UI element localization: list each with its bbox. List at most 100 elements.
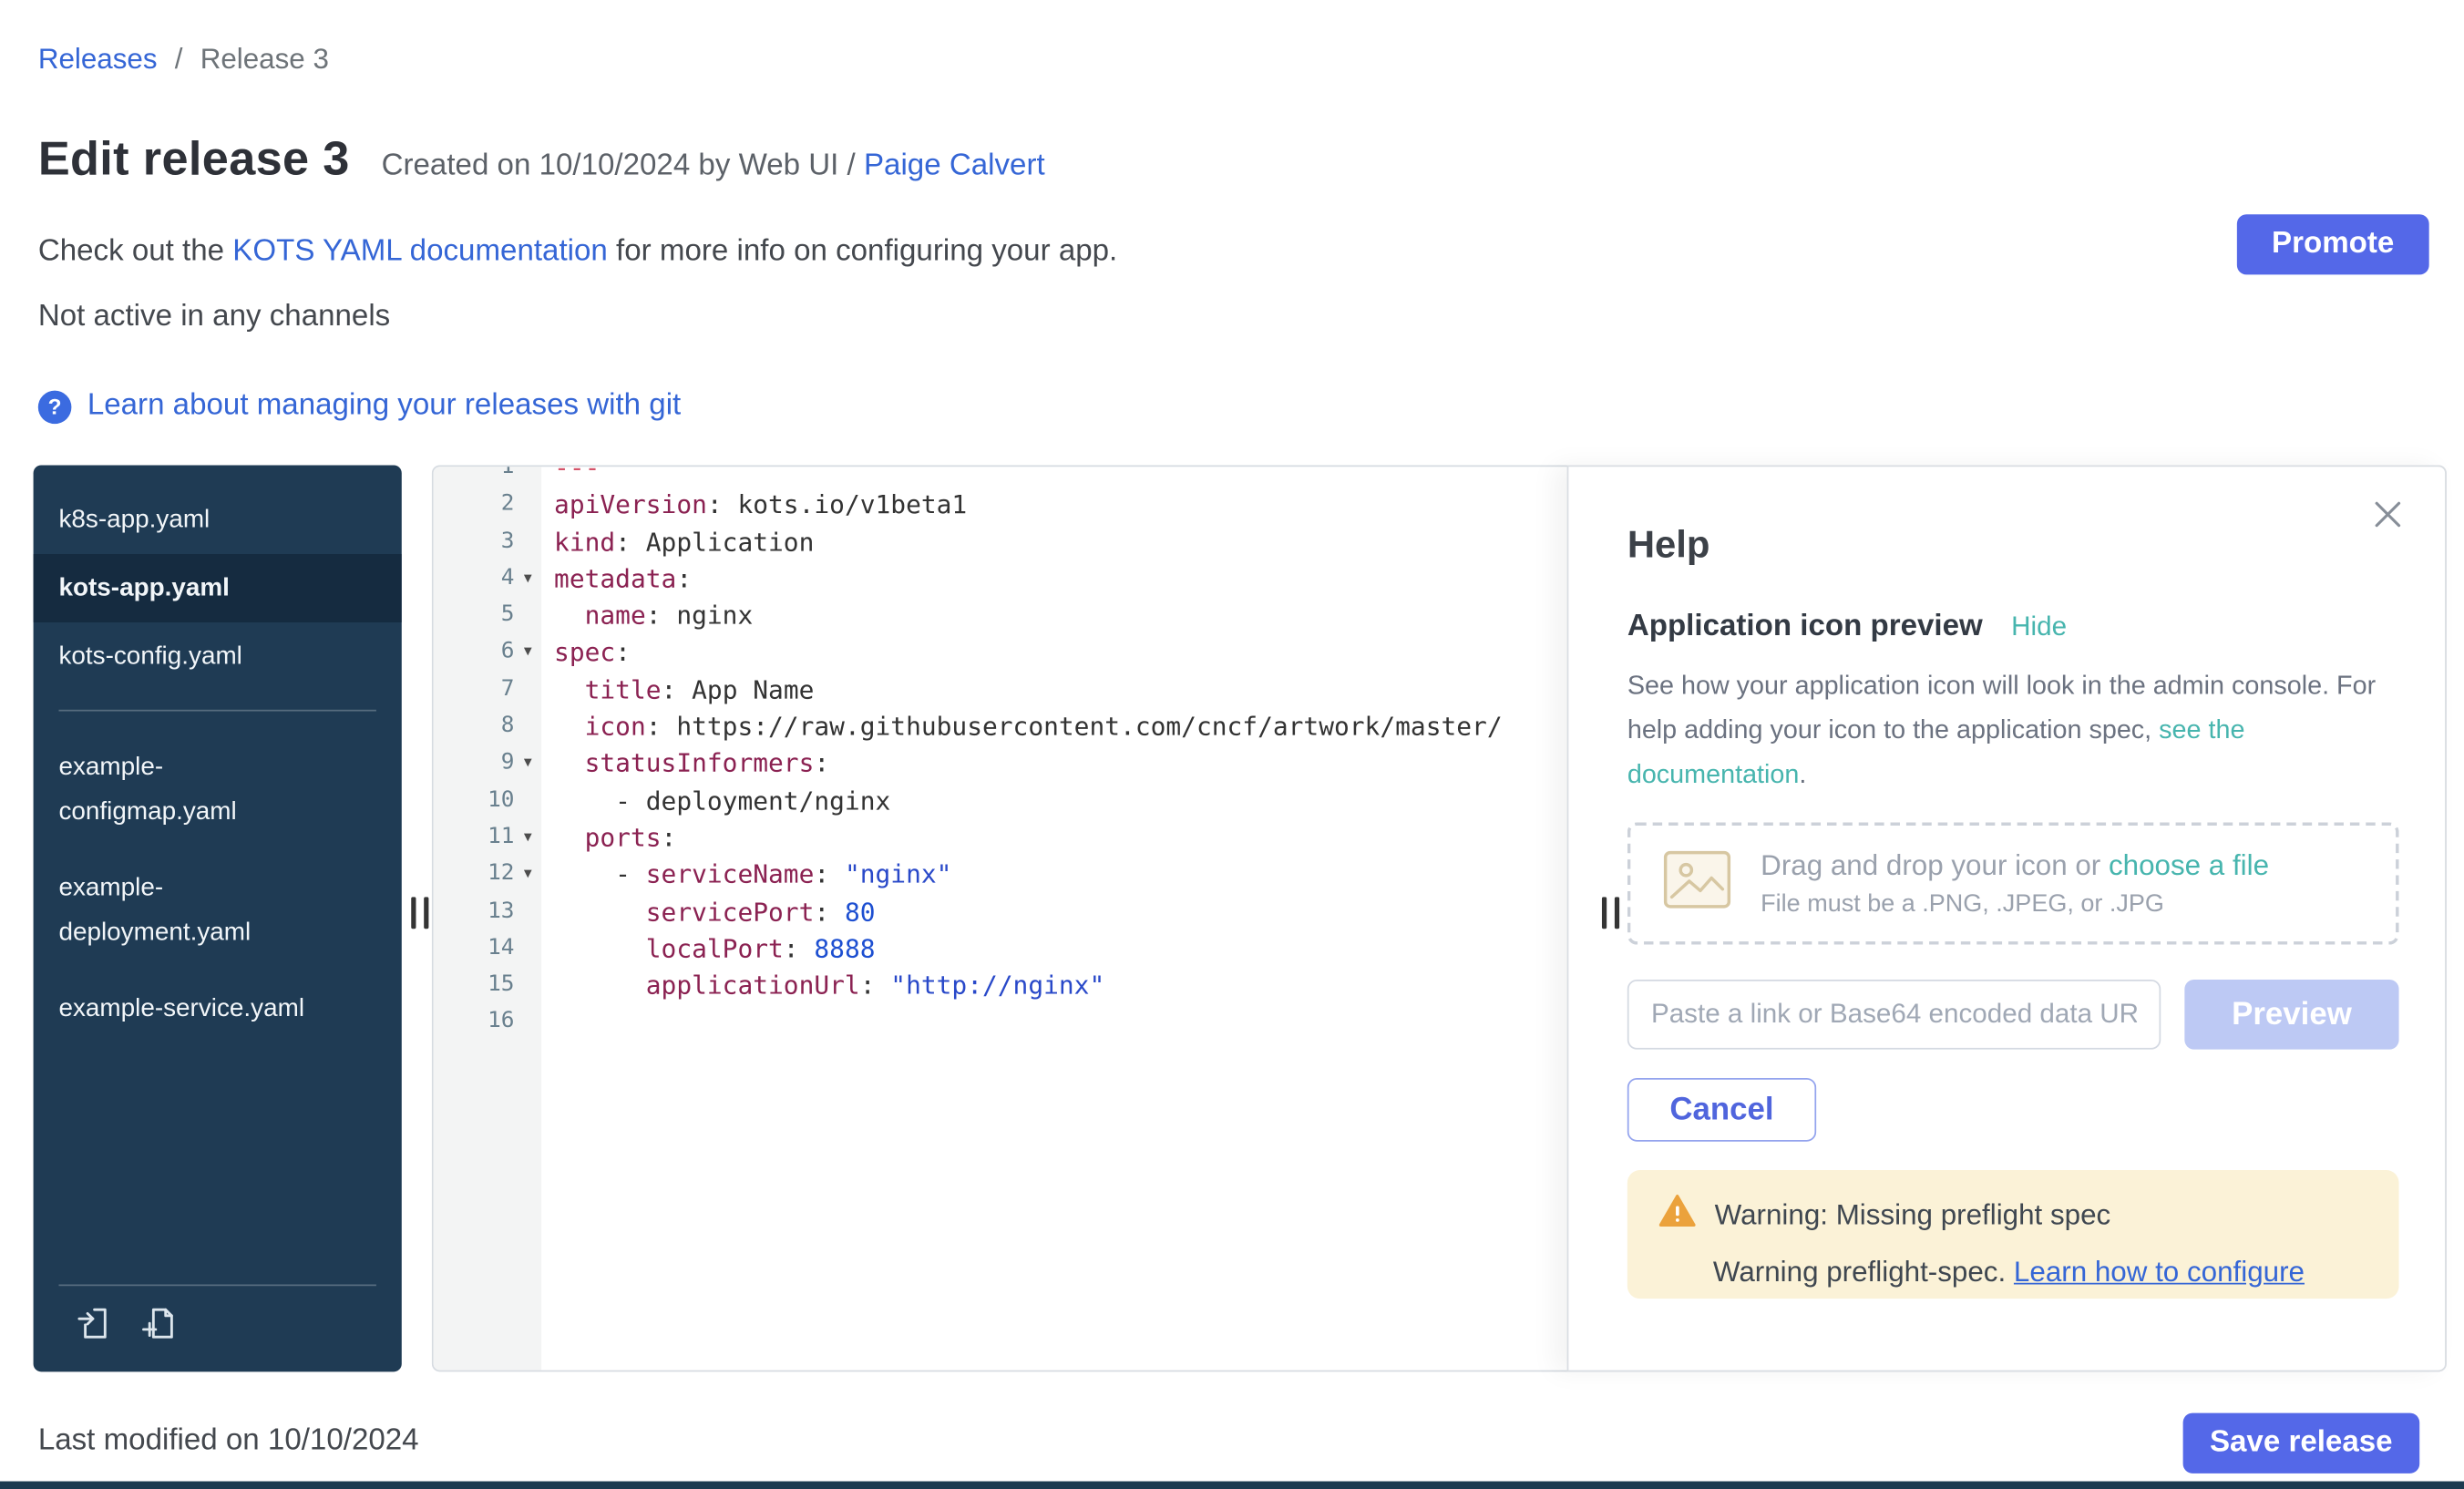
docs-hint-suffix: for more info on configuring your app. [608, 235, 1117, 269]
gutter-line: 12▾ [434, 857, 541, 894]
save-release-button[interactable]: Save release [2182, 1413, 2419, 1474]
edit-release-page: Releases / Release 3 Edit release 3 Crea… [0, 0, 2464, 1489]
release-editor-workspace: k8s-app.yamlkots-app.yamlkots-config.yam… [34, 465, 2447, 1371]
code-token: : [784, 933, 799, 963]
code-token [554, 897, 646, 927]
close-icon[interactable] [2372, 498, 2404, 539]
code-token: : [615, 637, 631, 667]
icon-preview-section-header: Application icon preview Hide [1627, 610, 2399, 644]
cancel-button[interactable]: Cancel [1627, 1078, 1816, 1142]
upload-file-icon[interactable] [75, 1305, 111, 1350]
warning-row: Warning: Missing preflight spec [1659, 1194, 2367, 1235]
line-number: 14 [434, 930, 515, 968]
code-token: kind [554, 527, 615, 557]
sidebar-footer [34, 1284, 402, 1371]
code-token: : [860, 970, 876, 1001]
fold-toggle-icon[interactable]: ▾ [514, 857, 541, 894]
breadcrumb-current: Release 3 [200, 43, 329, 75]
line-number: 15 [434, 967, 515, 1004]
last-modified-text: Last modified on 10/10/2024 [38, 1424, 419, 1459]
code-token: App Name [676, 674, 814, 704]
help-panel: Help Application icon preview Hide See h… [1567, 465, 2447, 1371]
code-token: servicePort [646, 897, 815, 927]
learn-how-to-configure-link[interactable]: Learn how to configure [2014, 1256, 2305, 1288]
code-token: : [662, 674, 677, 704]
sidebar-divider [58, 710, 375, 712]
fold-spacer [514, 465, 541, 486]
fold-spacer [514, 782, 541, 819]
created-info: Created on 10/10/2024 by Web UI / Paige … [382, 149, 1045, 184]
code-token: - deployment/nginx [554, 786, 890, 816]
line-number: 7 [434, 672, 515, 709]
line-number: 2 [434, 487, 515, 524]
warning-detail-text: Warning preflight-spec. [1713, 1256, 2014, 1288]
gutter-line: 5 [434, 597, 541, 634]
icon-dropzone[interactable]: Drag and drop your icon or choose a file… [1627, 822, 2399, 944]
code-token: : [662, 822, 677, 852]
bottom-bar [0, 1482, 2464, 1489]
choose-file-link[interactable]: choose a file [2109, 848, 2269, 880]
fold-toggle-icon[interactable]: ▾ [514, 634, 541, 672]
code-token: : [707, 489, 723, 519]
line-number: 9 [434, 745, 515, 783]
file-item[interactable]: example-deployment.yaml [34, 851, 402, 971]
line-number: 5 [434, 597, 515, 634]
warning-icon [1659, 1194, 1696, 1235]
sidebar-resize-handle[interactable] [411, 897, 428, 929]
gutter-line: 2 [434, 487, 541, 524]
code-token [554, 601, 585, 631]
file-label: example-configmap.yaml [58, 746, 313, 836]
file-label: example-deployment.yaml [58, 867, 313, 956]
icon-url-input[interactable] [1627, 980, 2161, 1050]
line-number: 13 [434, 893, 515, 930]
line-number: 4 [434, 560, 515, 598]
line-number: 12 [434, 857, 515, 894]
line-number: 1 [434, 465, 515, 486]
code-token: applicationUrl [646, 970, 860, 1001]
file-item[interactable]: kots-config.yaml [34, 622, 402, 691]
hide-link[interactable]: Hide [2011, 611, 2067, 643]
created-by-link[interactable]: Paige Calvert [864, 149, 1045, 183]
code-token: title [585, 674, 662, 704]
code-token: --- [554, 465, 600, 482]
kots-yaml-docs-link[interactable]: KOTS YAML documentation [232, 235, 608, 269]
fold-spacer [514, 708, 541, 745]
code-token: spec [554, 637, 615, 667]
git-releases-help-link[interactable]: Learn about managing your releases with … [87, 389, 681, 424]
help-panel-resize-handle[interactable] [1602, 897, 1619, 929]
icon-preview-title: Application icon preview [1627, 610, 1983, 644]
app-stage: Releases / Release 3 Edit release 3 Crea… [0, 0, 2464, 1489]
line-number: 3 [434, 523, 515, 560]
preview-button[interactable]: Preview [2184, 980, 2398, 1050]
gutter-line: 10 [434, 782, 541, 819]
gutter-line: 13 [434, 893, 541, 930]
dropzone-instruction-text: Drag and drop your icon or [1761, 848, 2109, 880]
code-token: name [585, 601, 646, 631]
code-token: : [814, 748, 829, 778]
file-item[interactable]: k8s-app.yaml [34, 486, 402, 554]
fold-toggle-icon[interactable]: ▾ [514, 745, 541, 783]
new-file-icon[interactable] [139, 1305, 176, 1350]
fold-spacer [514, 893, 541, 930]
code-token: localPort [646, 933, 784, 963]
code-token: : [814, 859, 829, 889]
breadcrumb: Releases / Release 3 [38, 43, 329, 77]
git-help-row: ? Learn about managing your releases wit… [38, 389, 681, 424]
code-token: : [814, 897, 829, 927]
gutter-line: 3 [434, 523, 541, 560]
channel-status: Not active in any channels [38, 300, 390, 334]
fold-spacer [514, 967, 541, 1004]
gutter-line: 7 [434, 672, 541, 709]
promote-button[interactable]: Promote [2237, 214, 2429, 274]
code-token [554, 712, 585, 742]
file-item[interactable]: example-configmap.yaml [34, 730, 402, 850]
breadcrumb-releases-link[interactable]: Releases [38, 43, 158, 75]
warning-detail: Warning preflight-spec. Learn how to con… [1713, 1256, 2367, 1289]
file-label: example-service.yaml [58, 988, 304, 1032]
file-item[interactable]: kots-app.yaml [34, 554, 402, 622]
line-number: 6 [434, 634, 515, 672]
fold-toggle-icon[interactable]: ▾ [514, 560, 541, 598]
fold-spacer [514, 523, 541, 560]
file-item[interactable]: example-service.yaml [34, 971, 402, 1048]
fold-toggle-icon[interactable]: ▾ [514, 819, 541, 857]
